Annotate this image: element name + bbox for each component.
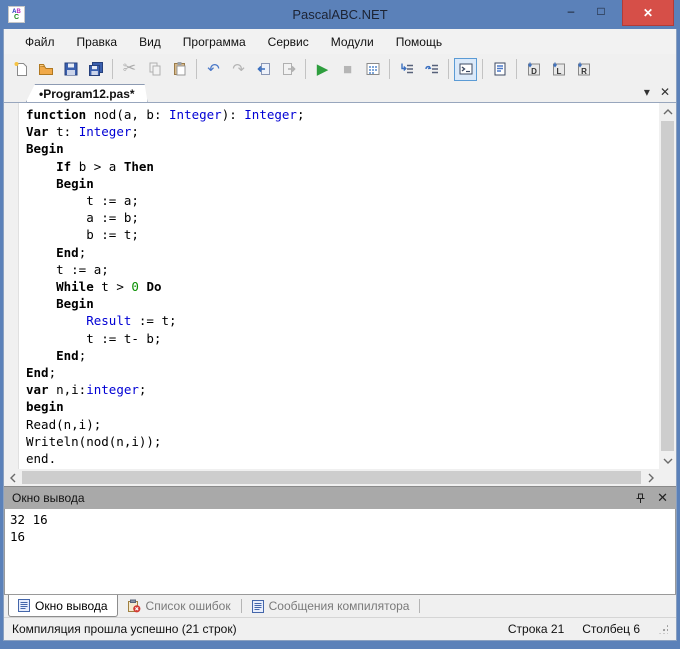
toolbar-separator — [389, 59, 390, 79]
tab-program12[interactable]: •Program12.pas* — [26, 84, 148, 102]
editor-horizontal-scrollbar[interactable] — [4, 469, 659, 486]
editor-gutter — [4, 103, 19, 469]
tab-compiler-messages[interactable]: Сообщения компилятора — [243, 595, 419, 617]
tab-list-dropdown-icon[interactable]: ▾ — [644, 85, 650, 99]
status-column: Столбец 6 — [582, 622, 640, 636]
svg-text:D: D — [531, 67, 537, 76]
menu-bar: Файл Правка Вид Программа Сервис Модули … — [4, 29, 676, 54]
toolbar-separator — [305, 59, 306, 79]
menu-view[interactable]: Вид — [128, 32, 172, 52]
document-lines-icon — [252, 600, 264, 613]
title-bar: AB C PascalABC.NET – □ ✕ — [3, 0, 677, 29]
output-text: 32 16 16 — [5, 509, 675, 545]
output-panel-body[interactable]: 32 16 16 — [4, 509, 676, 595]
code-area[interactable]: function nod(a, b: Integer): Integer;Var… — [4, 103, 659, 469]
redo-button[interactable]: ↷ — [227, 58, 250, 81]
scrollbar-corner — [659, 469, 676, 486]
menu-service[interactable]: Сервис — [257, 32, 320, 52]
tab-close-icon[interactable]: ✕ — [660, 85, 670, 99]
scroll-left-icon[interactable] — [4, 469, 21, 486]
doc-r-button[interactable]: R — [572, 58, 595, 81]
code-text[interactable]: function nod(a, b: Integer): Integer;Var… — [19, 103, 305, 469]
status-message: Компиляция прошла успешно (21 строк) — [12, 622, 237, 636]
pin-icon[interactable] — [634, 492, 647, 505]
vertical-scroll-thumb[interactable] — [661, 121, 674, 451]
close-button[interactable]: ✕ — [622, 0, 674, 26]
scroll-right-icon[interactable] — [642, 469, 659, 486]
save-all-button[interactable] — [84, 58, 107, 81]
error-list-icon — [127, 599, 141, 613]
status-line: Строка 21 — [508, 622, 564, 636]
toolbar-separator — [482, 59, 483, 79]
resize-grip[interactable] — [659, 625, 668, 634]
status-bar: Компиляция прошла успешно (21 строк) Стр… — [4, 617, 676, 640]
scroll-down-icon[interactable] — [659, 452, 676, 469]
document-tab-strip: •Program12.pas* ▾ ✕ — [4, 84, 676, 103]
doc-l-button[interactable]: L — [547, 58, 570, 81]
prev-bookmark-button[interactable] — [252, 58, 275, 81]
menu-program[interactable]: Программа — [172, 32, 257, 52]
undo-button[interactable]: ↶ — [202, 58, 225, 81]
debug-grid-button[interactable] — [361, 58, 384, 81]
stop-button[interactable]: ■ — [336, 58, 359, 81]
next-bookmark-button[interactable] — [277, 58, 300, 81]
tab-separator — [419, 599, 420, 613]
document-lines-icon — [18, 599, 30, 612]
tab-output-window[interactable]: Окно вывода — [8, 595, 118, 617]
side-panel-toggle[interactable] — [488, 58, 511, 81]
app-window: AB C PascalABC.NET – □ ✕ Файл Правка Вид… — [0, 0, 680, 649]
save-button[interactable] — [59, 58, 82, 81]
output-panel-title: Окно вывода — [12, 491, 85, 505]
menu-help[interactable]: Помощь — [385, 32, 453, 52]
menu-edit[interactable]: Правка — [66, 32, 129, 52]
maximize-button[interactable]: □ — [586, 0, 616, 22]
toolbar-separator — [516, 59, 517, 79]
toolbar-separator — [196, 59, 197, 79]
copy-button[interactable] — [143, 58, 166, 81]
tab-separator — [241, 599, 242, 613]
minimize-button[interactable]: – — [556, 0, 586, 22]
step-into-button[interactable] — [395, 58, 418, 81]
run-button[interactable]: ▶ — [311, 58, 334, 81]
open-file-button[interactable] — [34, 58, 57, 81]
menu-modules[interactable]: Модули — [320, 32, 385, 52]
tab-error-list[interactable]: Список ошибок — [118, 595, 240, 617]
scroll-up-icon[interactable] — [659, 103, 676, 120]
horizontal-scroll-thumb[interactable] — [22, 471, 641, 484]
doc-d-button[interactable]: D — [522, 58, 545, 81]
toolbar-separator — [112, 59, 113, 79]
output-panel-header: Окно вывода ✕ — [4, 486, 676, 509]
code-editor: function nod(a, b: Integer): Integer;Var… — [4, 103, 676, 486]
paste-button[interactable] — [168, 58, 191, 81]
bottom-tab-bar: Окно вывода Список ошибок Сообщения комп… — [4, 595, 676, 617]
new-file-button[interactable] — [9, 58, 32, 81]
svg-text:R: R — [581, 67, 587, 76]
output-close-icon[interactable]: ✕ — [657, 490, 668, 506]
step-over-button[interactable] — [420, 58, 443, 81]
toolbar: ✂ ↶ ↷ ▶ ■ — [4, 54, 676, 84]
menu-file[interactable]: Файл — [14, 32, 66, 52]
editor-vertical-scrollbar[interactable] — [659, 103, 676, 469]
console-window-toggle[interactable] — [454, 58, 477, 81]
toolbar-separator — [448, 59, 449, 79]
cut-button[interactable]: ✂ — [118, 58, 141, 81]
svg-text:L: L — [556, 67, 561, 76]
